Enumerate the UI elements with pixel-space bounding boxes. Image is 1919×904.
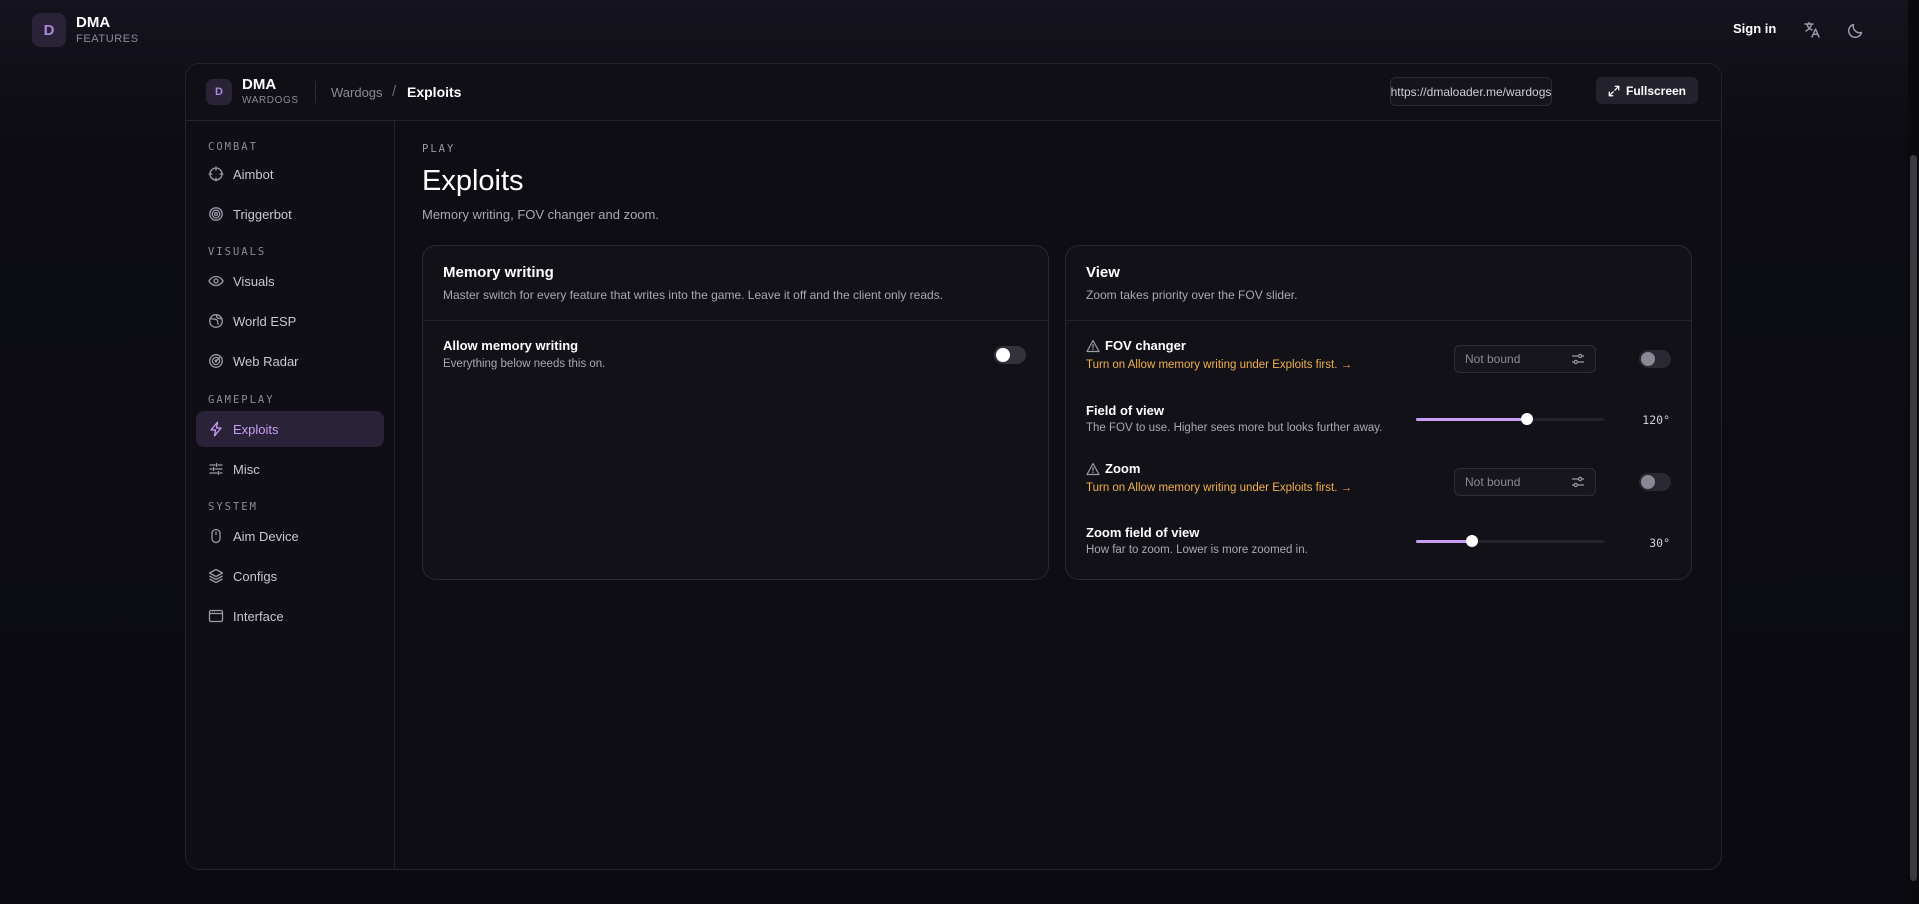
allow-memory-writing-title: Allow memory writing [443,338,579,353]
sidebar-item-label: World ESP [233,313,297,329]
card-description: Master switch for every feature that wri… [443,288,944,302]
mouse-icon [211,528,221,544]
card-header: View Zoom takes priority over the FOV sl… [1066,246,1691,321]
page-eyebrow: PLAY [422,143,456,155]
section-label-visuals: VISUALS [208,246,267,258]
sidebar-item-label: Interface [233,608,284,624]
sidebar-item-label: Exploits [233,421,279,437]
warning-icon [1086,339,1100,353]
sidebar-item-web-radar[interactable]: Web Radar [196,343,384,379]
card-description: Zoom takes priority over the FOV slider. [1086,288,1298,302]
top-bar: D DMA FEATURES Sign in [0,0,1919,60]
section-label-combat: COMBAT [208,141,258,153]
eye-icon [208,275,224,287]
sidebar-item-configs[interactable]: Configs [196,558,384,594]
app-logo[interactable]: D [32,13,66,47]
sidebar-item-visuals[interactable]: Visuals [196,263,384,299]
field-of-view-title: Field of view [1086,403,1165,418]
app-subtitle: FEATURES [76,33,139,45]
breadcrumb-current: Exploits [407,84,462,100]
zoom-title: Zoom [1105,461,1141,476]
sidebar-item-label: Aimbot [233,166,274,182]
bolt-icon [210,421,222,437]
fullscreen-button[interactable]: Fullscreen [1596,77,1698,104]
frame-header: D DMA WARDOGS Wardogs / Exploits https:/… [186,64,1721,121]
moon-icon[interactable] [1846,20,1866,40]
keybind-label: Not bound [1465,475,1521,489]
translate-icon[interactable] [1802,20,1822,40]
zoom-warning-link[interactable]: Turn on Allow memory writing under Explo… [1086,482,1352,494]
window-icon [208,609,224,623]
sidebar-item-label: Misc [233,461,260,477]
sidebar-item-label: Visuals [233,273,275,289]
fov-changer-warning-link[interactable]: Turn on Allow memory writing under Explo… [1086,359,1352,371]
allow-memory-writing-subtitle: Everything below needs this on. [443,358,606,370]
fov-changer-toggle[interactable] [1639,350,1671,368]
sidebar-item-aim-device[interactable]: Aim Device [196,518,384,554]
crosshair-icon [208,166,224,182]
sidebar-item-triggerbot[interactable]: Triggerbot [196,196,384,232]
app-frame: D DMA WARDOGS Wardogs / Exploits https:/… [185,63,1722,870]
field-of-view-value: 120° [1642,413,1670,427]
radar-icon [209,354,223,368]
sidebar-item-label: Configs [233,568,278,584]
frame-logo: D [206,79,232,105]
fov-changer-title: FOV changer [1105,338,1186,353]
app-title: DMA [76,14,111,31]
sidebar-item-exploits[interactable]: Exploits [196,411,384,447]
sidebar-item-label: Aim Device [233,528,299,544]
sidebar-item-interface[interactable]: Interface [196,598,384,634]
frame-title: DMA [242,76,277,93]
sidebar: COMBAT Aimbot Triggerbot VISUALS Visuals… [186,121,395,869]
fov-changer-keybind[interactable]: Not bound [1454,345,1596,373]
scrollbar-thumb[interactable] [1910,155,1917,881]
allow-memory-writing-toggle[interactable] [994,346,1026,364]
section-label-gameplay: GAMEPLAY [208,394,275,406]
expand-icon [1608,85,1620,96]
sidebar-item-aimbot[interactable]: Aimbot [196,156,384,192]
page-description: Memory writing, FOV changer and zoom. [422,207,659,222]
globe-icon [209,314,223,328]
header-divider [315,81,316,103]
settings-icon [1571,353,1585,365]
section-label-system: SYSTEM [208,501,258,513]
slider-thumb[interactable] [1520,413,1533,425]
settings-icon [1571,476,1585,488]
frame-subtitle: WARDOGS [242,95,299,106]
sidebar-item-label: Triggerbot [233,206,292,222]
zoom-fov-value: 30° [1649,536,1670,550]
warning-icon [1086,462,1100,476]
page-title: Exploits [422,165,524,197]
zoom-fov-title: Zoom field of view [1086,525,1200,540]
sidebar-item-misc[interactable]: Misc [196,451,384,487]
zoom-toggle[interactable] [1639,473,1671,491]
card-title: Memory writing [443,264,554,281]
zoom-keybind[interactable]: Not bound [1454,468,1596,496]
sidebar-item-world-esp[interactable]: World ESP [196,303,384,339]
layers-icon [208,568,224,584]
main-content: PLAY Exploits Memory writing, FOV change… [395,121,1721,869]
url-display[interactable]: https://dmaloader.me/wardogs [1390,77,1552,106]
card-title: View [1086,264,1120,281]
sliders-icon [209,462,223,476]
target-icon [209,207,223,221]
memory-writing-card: Memory writing Master switch for every f… [422,245,1049,580]
keybind-label: Not bound [1465,352,1521,366]
slider-thumb[interactable] [1466,535,1479,547]
zoom-fov-slider[interactable] [1416,534,1604,548]
breadcrumb-separator: / [392,83,397,100]
view-card: View Zoom takes priority over the FOV sl… [1065,245,1692,580]
sign-in-button[interactable]: Sign in [1733,21,1776,36]
field-of-view-slider[interactable] [1416,412,1604,426]
fullscreen-label: Fullscreen [1625,83,1687,98]
breadcrumb-wardogs[interactable]: Wardogs [331,85,383,100]
slider-fill [1416,540,1473,543]
field-of-view-subtitle: The FOV to use. Higher sees more but loo… [1086,422,1383,434]
zoom-fov-subtitle: How far to zoom. Lower is more zoomed in… [1086,544,1308,556]
slider-fill [1416,418,1527,421]
card-header: Memory writing Master switch for every f… [423,246,1048,321]
sidebar-item-label: Web Radar [233,353,299,369]
